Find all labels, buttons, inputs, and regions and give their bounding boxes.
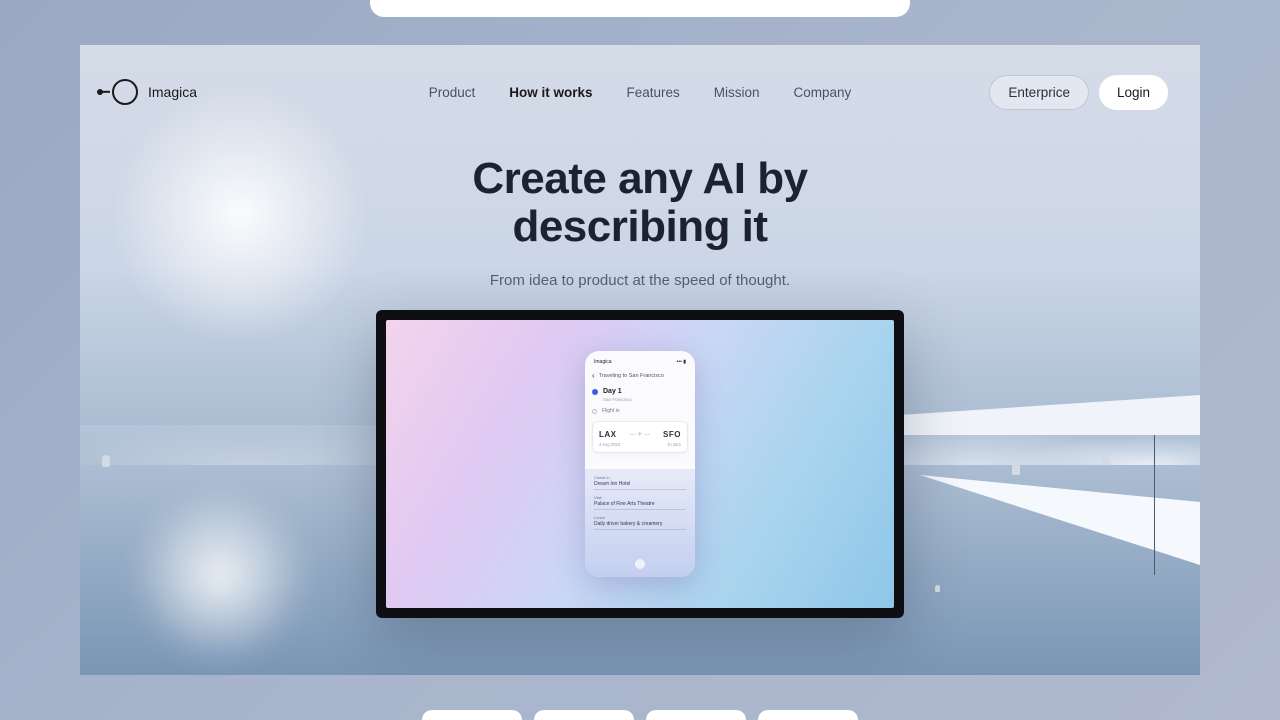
plane-icon: — ✈ —	[630, 431, 650, 438]
buoy-decor	[102, 455, 110, 467]
itinerary-item: Check in Dream Inn Hotel	[594, 475, 686, 490]
pill-tab[interactable]	[534, 710, 634, 720]
hero-title: Create any AI by describing it	[80, 155, 1200, 252]
hero: Create any AI by describing it From idea…	[80, 155, 1200, 289]
phone-flight-row: Flight in	[592, 408, 688, 414]
itinerary-label: Check in	[594, 475, 686, 480]
itinerary-text: Palace of Fine Arts Theatre	[594, 501, 686, 510]
home-indicator-icon	[635, 559, 645, 569]
brand-name: Imagica	[148, 84, 197, 100]
phone-status-left: Imagica	[594, 359, 612, 365]
itinerary-item: Visit Palace of Fine Arts Theatre	[594, 495, 686, 510]
nav-item-company[interactable]: Company	[794, 85, 852, 100]
hollow-bullet-icon	[592, 409, 597, 414]
pole-decor	[1154, 435, 1155, 575]
phone-lower-itinerary: Check in Dream Inn Hotel Visit Palace of…	[585, 469, 695, 577]
flight-header: Flight in	[602, 408, 620, 414]
browser-top-bar	[370, 0, 910, 17]
phone-status-bar: Imagica ••• ▮	[592, 359, 688, 365]
phone-status-icons: ••• ▮	[677, 359, 686, 365]
phone-breadcrumb: Traveling to San Francisco	[599, 373, 664, 379]
site-header: Imagica Product How it works Features Mi…	[80, 45, 1200, 139]
hero-monitor: Imagica ••• ▮ ‹ Traveling to San Francis…	[376, 310, 904, 618]
itinerary-label: Lunch	[594, 515, 686, 520]
pill-tab[interactable]	[646, 710, 746, 720]
nav-item-mission[interactable]: Mission	[714, 85, 760, 100]
itinerary-text: Dream Inn Hotel	[594, 481, 686, 490]
itinerary-label: Visit	[594, 495, 686, 500]
ice-triangle-decor	[920, 475, 1200, 565]
landing-page: Imagica Product How it works Features Mi…	[80, 45, 1200, 675]
back-icon: ‹	[592, 371, 595, 380]
brand-logo-icon	[112, 79, 138, 105]
buoy-decor	[1102, 453, 1110, 465]
bottom-pill-tabs	[422, 710, 858, 720]
phone-header: ‹ Traveling to San Francisco	[592, 371, 688, 380]
itinerary-item: Lunch Daily driver bakery & creamery	[594, 515, 686, 530]
flight-card: LAX — ✈ — SFO 4 Aug 2023 1h 25m	[592, 421, 688, 453]
day-sublabel: San Francisco	[603, 397, 688, 402]
main-nav: Product How it works Features Mission Co…	[429, 85, 852, 100]
enterprise-button[interactable]: Enterprice	[989, 75, 1089, 110]
nav-item-features[interactable]: Features	[626, 85, 679, 100]
flight-route: LAX — ✈ — SFO	[599, 430, 681, 439]
hero-subtitle: From idea to product at the speed of tho…	[80, 272, 1200, 289]
water-reflection-decor	[130, 485, 310, 665]
phone-mockup: Imagica ••• ▮ ‹ Traveling to San Francis…	[585, 351, 695, 577]
login-button[interactable]: Login	[1099, 75, 1168, 110]
hero-monitor-screen: Imagica ••• ▮ ‹ Traveling to San Francis…	[386, 320, 894, 608]
nav-item-how-it-works[interactable]: How it works	[509, 85, 592, 100]
phone-day-row: Day 1	[592, 388, 688, 395]
nav-item-product[interactable]: Product	[429, 85, 476, 100]
buoy-decor	[935, 585, 940, 592]
hero-title-line1: Create any AI by	[472, 154, 807, 203]
airport-from: LAX	[599, 430, 617, 439]
pill-tab[interactable]	[758, 710, 858, 720]
day-label: Day 1	[603, 388, 622, 395]
brand-logo[interactable]: Imagica	[112, 79, 197, 105]
buoy-decor	[1012, 463, 1020, 475]
flight-date: 4 Aug 2023	[599, 442, 620, 447]
flight-duration: 1h 25m	[667, 442, 681, 447]
airport-to: SFO	[663, 430, 681, 439]
header-actions: Enterprice Login	[989, 75, 1168, 110]
active-bullet-icon	[592, 389, 598, 395]
ice-shelf-decor	[900, 395, 1200, 435]
pill-tab[interactable]	[422, 710, 522, 720]
itinerary-text: Daily driver bakery & creamery	[594, 521, 686, 530]
flight-meta: 4 Aug 2023 1h 25m	[599, 442, 681, 447]
hero-title-line2: describing it	[512, 202, 767, 251]
